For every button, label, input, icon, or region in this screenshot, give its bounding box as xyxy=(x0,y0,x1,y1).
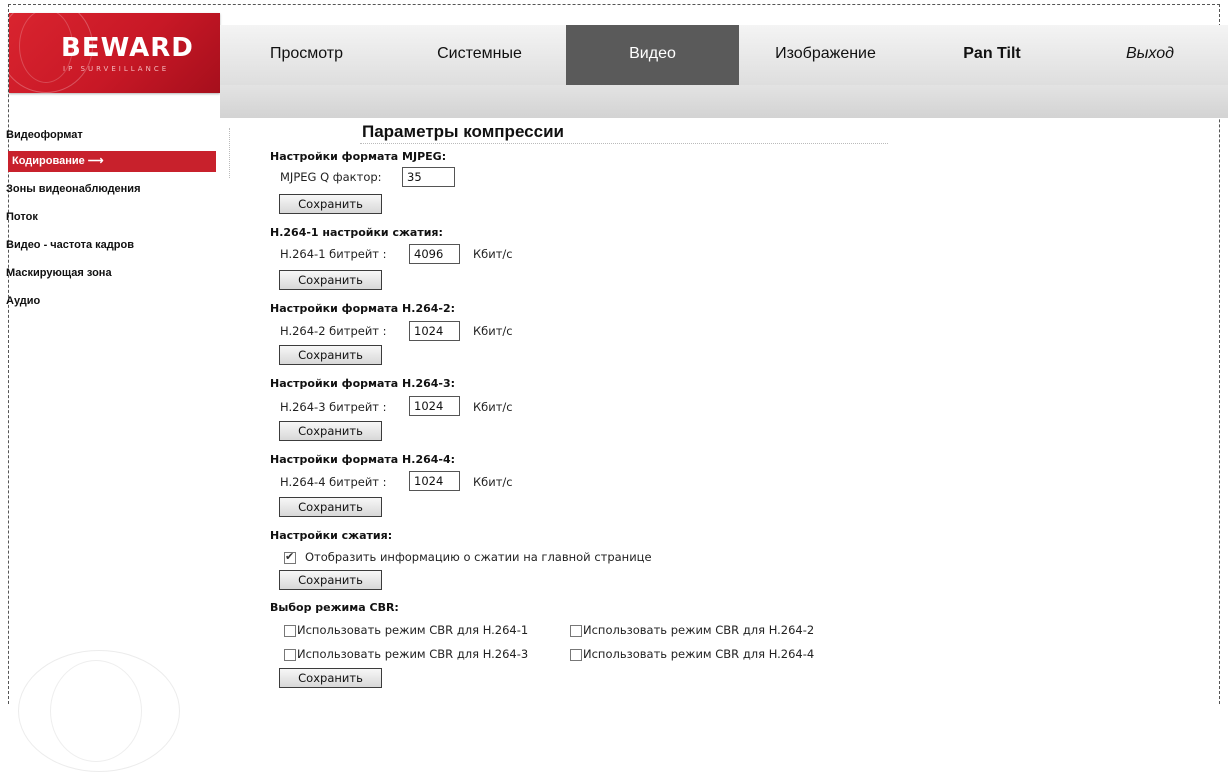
sidebar-item-stream[interactable]: Поток xyxy=(6,211,38,223)
mjpeg-section-heading: Настройки формата MJPEG: xyxy=(270,150,447,163)
h264-4-bitrate-input[interactable] xyxy=(409,471,460,491)
nav-tab-image[interactable]: Изображение xyxy=(739,25,912,85)
h264-3-section-heading: Настройки формата H.264-3: xyxy=(270,377,456,390)
nav-tab-system[interactable]: Системные xyxy=(393,25,566,85)
compression-save-button[interactable]: Сохранить xyxy=(279,570,382,590)
top-nav: Просмотр Системные Видео Изображение Pan… xyxy=(220,25,1228,85)
cbr-h264-3-checkbox[interactable] xyxy=(284,649,296,661)
logo-brand: BEWARD xyxy=(61,33,194,63)
cbr-h264-1-label: Использовать режим CBR для H.264-1 xyxy=(297,623,529,637)
h264-2-bitrate-input[interactable] xyxy=(409,321,460,341)
sidebar-item-audio[interactable]: Аудио xyxy=(6,295,40,307)
cbr-section-heading: Выбор режима CBR: xyxy=(270,601,399,614)
h264-1-unit: Кбит/с xyxy=(473,247,513,261)
sub-header-band xyxy=(220,85,1228,118)
beward-logo[interactable]: BEWARD IP SURVEILLANCE xyxy=(9,13,220,93)
sidebar-item-frame-rate[interactable]: Видео - частота кадров xyxy=(6,239,134,251)
h264-4-bitrate-label: H.264-4 битрейт : xyxy=(280,475,387,489)
cbr-h264-2-label: Использовать режим CBR для H.264-2 xyxy=(583,623,815,637)
compression-section-heading: Настройки сжатия: xyxy=(270,529,393,542)
page-title: Параметры компрессии xyxy=(362,122,564,141)
show-compression-info-checkbox[interactable] xyxy=(284,550,296,564)
cbr-h264-4-label: Использовать режим CBR для H.264-4 xyxy=(583,647,815,661)
h264-1-bitrate-input[interactable] xyxy=(409,244,460,264)
sidebar-item-encoding[interactable]: Кодирование ⟶ xyxy=(8,151,216,172)
nav-tab-view[interactable]: Просмотр xyxy=(220,25,393,85)
cbr-h264-3-label: Использовать режим CBR для H.264-3 xyxy=(297,647,529,661)
nav-tab-logout[interactable]: Выход xyxy=(1072,25,1228,85)
globe-watermark-inner xyxy=(50,660,142,762)
logo-tagline: IP SURVEILLANCE xyxy=(63,65,170,73)
h264-2-section-heading: Настройки формата H.264-2: xyxy=(270,302,456,315)
nav-tab-pan-tilt[interactable]: Pan Tilt xyxy=(912,25,1072,85)
h264-4-save-button[interactable]: Сохранить xyxy=(279,497,382,517)
cbr-h264-4-checkbox[interactable] xyxy=(570,649,582,661)
cbr-save-button[interactable]: Сохранить xyxy=(279,668,382,688)
cbr-h264-1-checkbox[interactable] xyxy=(284,625,296,637)
title-underline xyxy=(360,143,888,144)
cbr-h264-2-checkbox[interactable] xyxy=(570,625,582,637)
h264-2-unit: Кбит/с xyxy=(473,324,513,338)
h264-1-save-button[interactable]: Сохранить xyxy=(279,270,382,290)
h264-3-bitrate-input[interactable] xyxy=(409,396,460,416)
sidebar-item-mask-zone[interactable]: Маскирующая зона xyxy=(6,267,112,279)
nav-tab-video[interactable]: Видео xyxy=(566,25,739,85)
h264-4-unit: Кбит/с xyxy=(473,475,513,489)
mjpeg-q-input[interactable] xyxy=(402,167,455,187)
h264-4-section-heading: Настройки формата H.264-4: xyxy=(270,453,456,466)
h264-3-unit: Кбит/с xyxy=(473,400,513,414)
sidebar-item-video-format[interactable]: Видеоформат xyxy=(6,129,83,141)
h264-1-section-heading: H.264-1 настройки сжатия: xyxy=(270,226,443,239)
h264-3-save-button[interactable]: Сохранить xyxy=(279,421,382,441)
sidebar-item-surveillance-zones[interactable]: Зоны видеонаблюдения xyxy=(6,183,141,195)
mjpeg-q-label: MJPEG Q фактор: xyxy=(280,170,382,184)
mjpeg-save-button[interactable]: Сохранить xyxy=(279,194,382,214)
sidebar-divider xyxy=(229,128,230,178)
h264-2-bitrate-label: H.264-2 битрейт : xyxy=(280,324,387,338)
h264-2-save-button[interactable]: Сохранить xyxy=(279,345,382,365)
h264-3-bitrate-label: H.264-3 битрейт : xyxy=(280,400,387,414)
show-compression-info-label: Отобразить информацию о сжатии на главно… xyxy=(305,550,652,564)
h264-1-bitrate-label: H.264-1 битрейт : xyxy=(280,247,387,261)
